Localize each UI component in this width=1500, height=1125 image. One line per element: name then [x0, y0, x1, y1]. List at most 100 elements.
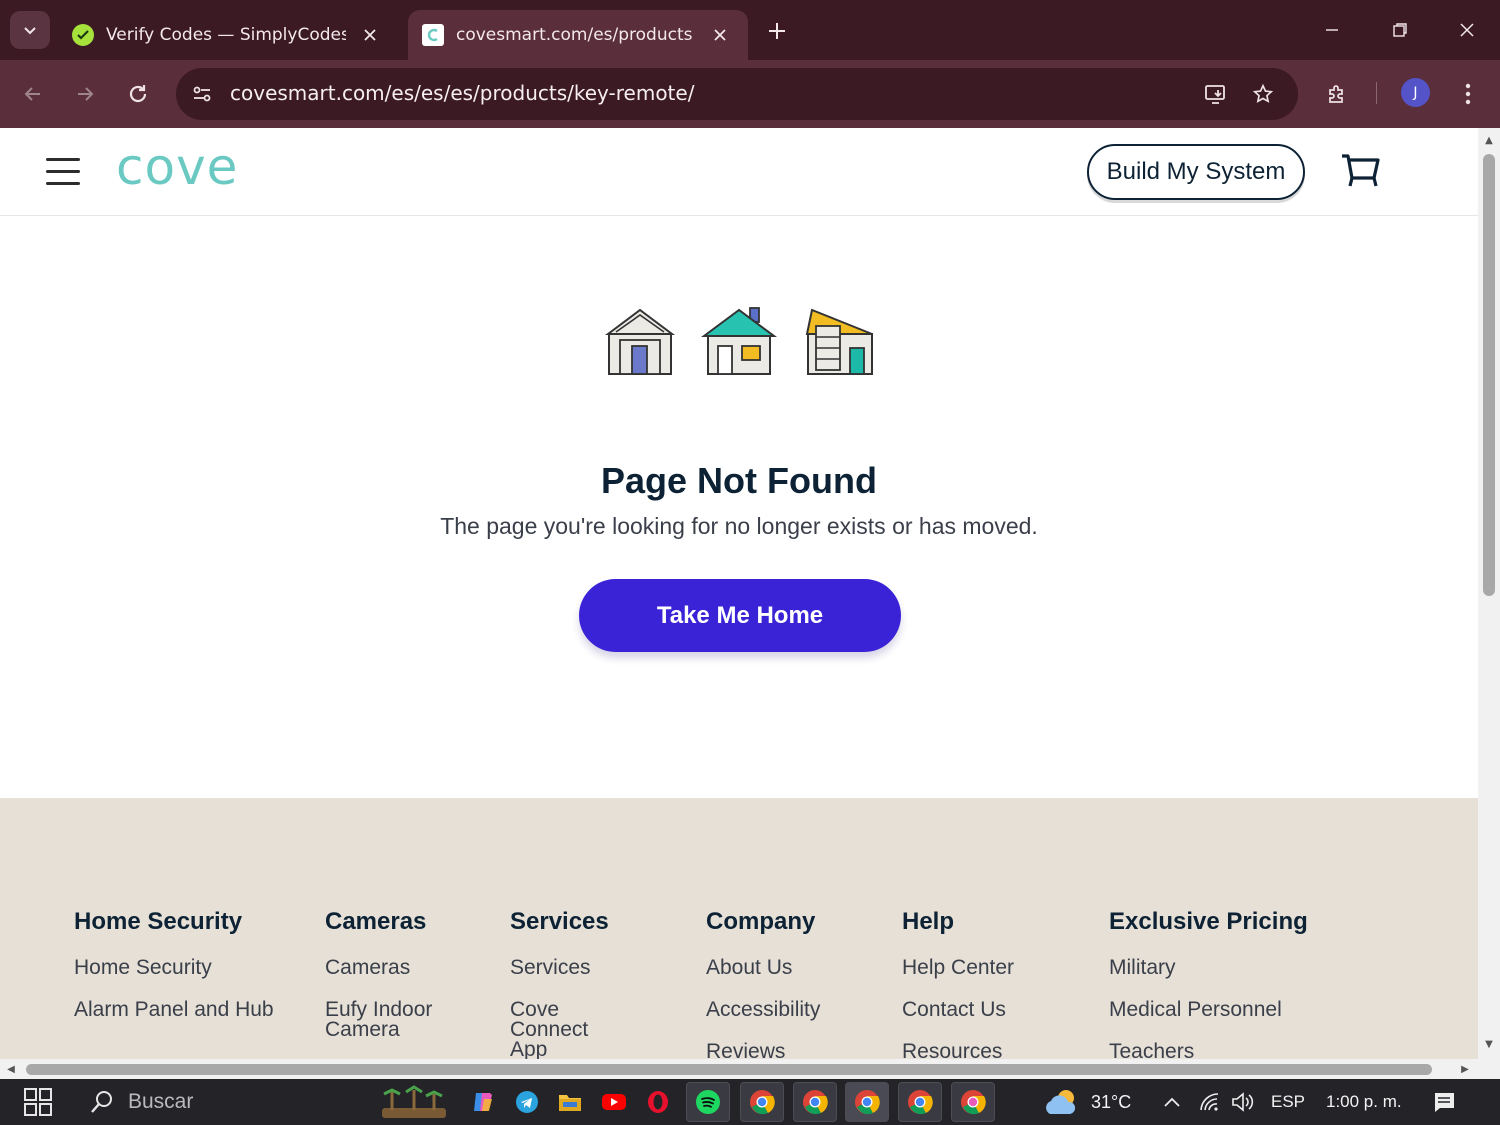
opera-button[interactable]	[641, 1085, 675, 1119]
network-button[interactable]	[1193, 1085, 1227, 1119]
footer-link[interactable]: Teachers	[1109, 1041, 1349, 1059]
notifications-button[interactable]	[1427, 1085, 1461, 1119]
scroll-up-icon[interactable]: ▲	[1483, 134, 1495, 146]
url-text[interactable]: covesmart.com/es/es/es/products/key-remo…	[230, 81, 694, 105]
scroll-left-icon[interactable]: ◀	[4, 1062, 18, 1076]
back-button[interactable]	[13, 74, 53, 114]
opera-icon	[648, 1091, 668, 1113]
footer-link[interactable]: Services	[510, 957, 620, 978]
footer-link[interactable]: Resources	[902, 1041, 1062, 1059]
house-left-icon	[605, 308, 675, 375]
footer-heading: Home Security	[74, 908, 243, 935]
puzzle-icon	[1329, 85, 1343, 103]
site-header: cove Build My System	[0, 128, 1478, 216]
footer-column-help: Help Help Center Contact Us Resources	[902, 908, 1062, 1059]
bookmark-button[interactable]	[1247, 78, 1279, 110]
partly-cloudy-icon	[1046, 1090, 1076, 1114]
page-title: Page Not Found	[601, 460, 877, 501]
scroll-down-icon[interactable]: ▼	[1483, 1038, 1495, 1050]
vertical-scroll-thumb[interactable]	[1483, 154, 1495, 596]
house-right-icon	[805, 308, 873, 375]
minimize-button[interactable]	[1312, 14, 1352, 46]
chrome-icon	[961, 1090, 986, 1115]
windows-taskbar: Buscar 31°C ESP 1:00 p. m.	[0, 1079, 1500, 1125]
footer-link[interactable]: Cameras	[325, 957, 465, 978]
address-bar[interactable]: covesmart.com/es/es/es/products/key-remo…	[176, 68, 1298, 120]
close-tab-icon[interactable]	[708, 23, 732, 47]
restore-button[interactable]	[1380, 14, 1420, 46]
chrome-window-2-button[interactable]	[793, 1082, 837, 1122]
forward-button[interactable]	[65, 74, 105, 114]
new-tab-button[interactable]	[762, 16, 792, 46]
footer-link[interactable]: Eufy Indoor Camera	[325, 999, 465, 1040]
footer-link[interactable]: Help Center	[902, 957, 1062, 978]
footer-link[interactable]: Home Security	[74, 957, 274, 978]
telegram-button[interactable]	[510, 1085, 544, 1119]
chrome-window-3-button[interactable]	[845, 1082, 889, 1122]
extensions-button[interactable]	[1319, 76, 1355, 112]
taskbar-search[interactable]: Buscar	[88, 1085, 328, 1119]
cove-logo[interactable]: cove	[116, 138, 238, 196]
footer-link[interactable]: Military	[1109, 957, 1349, 978]
reload-button[interactable]	[118, 74, 158, 114]
start-button[interactable]	[21, 1085, 55, 1119]
close-tab-icon[interactable]	[358, 23, 382, 47]
volume-button[interactable]	[1226, 1085, 1260, 1119]
tab-simplycodes[interactable]: Verify Codes — SimplyCodes	[58, 10, 398, 60]
arrow-right-icon	[78, 87, 94, 101]
footer-link[interactable]: Alarm Panel and Hub	[74, 999, 274, 1020]
weather-widget[interactable]	[1042, 1085, 1082, 1119]
language-indicator[interactable]: ESP	[1271, 1092, 1305, 1112]
footer-link[interactable]: Cove Connect App	[510, 999, 620, 1059]
hamburger-menu-icon[interactable]	[46, 156, 80, 186]
copilot-button[interactable]	[466, 1085, 500, 1119]
kebab-menu-icon	[1465, 83, 1471, 105]
footer-heading: Exclusive Pricing	[1109, 908, 1308, 935]
widgets-button[interactable]	[376, 1085, 452, 1119]
install-app-button[interactable]	[1200, 78, 1232, 110]
site-info-button[interactable]	[184, 76, 220, 112]
take-me-home-button[interactable]: Take Me Home	[579, 579, 901, 652]
scroll-right-icon[interactable]: ▶	[1458, 1062, 1472, 1076]
chrome-icon	[803, 1090, 828, 1115]
chrome-window-1-button[interactable]	[740, 1082, 784, 1122]
cart-icon[interactable]	[1340, 152, 1382, 192]
youtube-icon	[602, 1094, 626, 1110]
telegram-icon	[516, 1091, 538, 1113]
tab-covesmart[interactable]: covesmart.com/es/products/key-remote/	[408, 10, 748, 60]
chrome-window-5-button[interactable]	[951, 1082, 995, 1122]
plus-icon	[769, 23, 785, 39]
footer-link[interactable]: Medical Personnel	[1109, 999, 1349, 1020]
youtube-button[interactable]	[597, 1085, 631, 1119]
footer-link[interactable]: Contact Us	[902, 999, 1062, 1020]
tab-search-button[interactable]	[10, 11, 50, 49]
toolbar-divider	[1376, 82, 1377, 104]
footer-link[interactable]: Accessibility	[706, 999, 866, 1020]
clock[interactable]: 1:00 p. m.	[1326, 1092, 1402, 1112]
scroll-corner	[1478, 1059, 1500, 1079]
close-icon	[1460, 23, 1474, 37]
temperature-text: 31°C	[1091, 1092, 1132, 1112]
profile-avatar[interactable]: J	[1401, 78, 1430, 107]
wifi-icon	[1200, 1093, 1219, 1111]
horizontal-scrollbar[interactable]: ◀ ▶	[0, 1059, 1478, 1079]
file-explorer-button[interactable]	[553, 1085, 587, 1119]
horizontal-scroll-thumb[interactable]	[26, 1064, 1432, 1075]
vertical-scrollbar[interactable]: ▲ ▼	[1478, 128, 1500, 1059]
close-window-button[interactable]	[1447, 14, 1487, 46]
show-hidden-icons-button[interactable]	[1155, 1085, 1189, 1119]
install-app-icon	[1205, 85, 1225, 104]
footer-link[interactable]: Reviews	[706, 1041, 866, 1059]
footer-heading: Company	[706, 908, 816, 935]
reload-icon	[129, 85, 147, 103]
folder-icon	[559, 1095, 581, 1111]
build-my-system-button[interactable]: Build My System	[1087, 144, 1305, 200]
chrome-window-4-button[interactable]	[898, 1082, 942, 1122]
speaker-icon	[1232, 1092, 1254, 1112]
footer-link[interactable]: About Us	[706, 957, 866, 978]
browser-tab-bar: Verify Codes — SimplyCodes covesmart.com…	[0, 0, 1500, 60]
browser-menu-button[interactable]	[1450, 76, 1486, 112]
spotify-button[interactable]	[686, 1082, 730, 1122]
star-icon	[1252, 83, 1274, 103]
houses-illustration	[605, 307, 873, 375]
